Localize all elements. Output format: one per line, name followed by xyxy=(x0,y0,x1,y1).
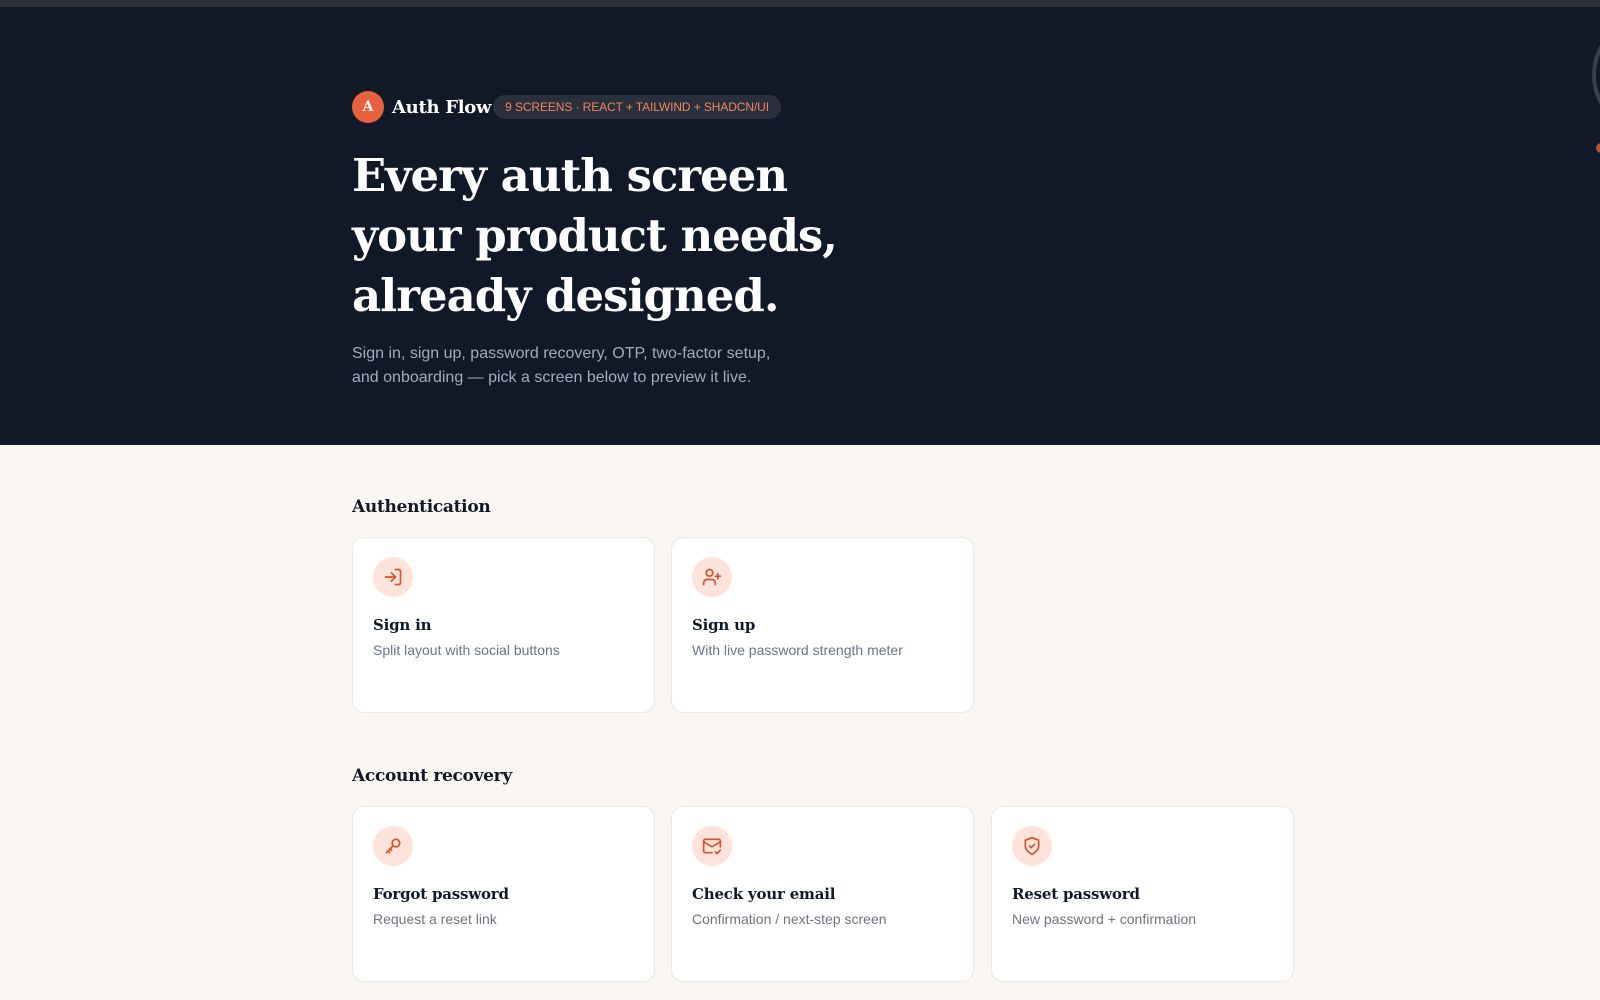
screens-badge: 9 SCREENS · REACT + TAILWIND + SHADCN/UI xyxy=(493,95,781,119)
hero-section: A Auth Flow 9 SCREENS · REACT + TAILWIND… xyxy=(0,7,1600,445)
brand-name: Auth Flow xyxy=(392,96,492,118)
card-description: With live password strength meter xyxy=(692,642,903,658)
card-check-your-email[interactable]: Check your email Confirmation / next-ste… xyxy=(671,806,974,982)
card-title: Reset password xyxy=(1012,885,1140,903)
card-title: Check your email xyxy=(692,885,836,903)
card-sign-up[interactable]: Sign up With live password strength mete… xyxy=(671,537,974,713)
card-reset-password[interactable]: Reset password New password + confirmati… xyxy=(991,806,1294,982)
page-title: Every auth screen your product needs, al… xyxy=(352,146,872,326)
key-icon xyxy=(385,838,401,854)
subtitle-line-2: and onboarding — pick a screen below to … xyxy=(352,369,752,386)
card-title: Sign in xyxy=(373,616,432,634)
sign-in-icon xyxy=(384,568,402,586)
card-description: Request a reset link xyxy=(373,911,497,927)
subtitle-line-1: Sign in, sign up, password recovery, OTP… xyxy=(352,345,771,362)
section-title-account-recovery: Account recovery xyxy=(352,766,512,786)
section-title-authentication: Authentication xyxy=(352,497,491,517)
shield-check-icon xyxy=(1024,836,1040,856)
decorative-dot xyxy=(1596,143,1600,153)
card-description: Confirmation / next-step screen xyxy=(692,911,887,927)
hero-subtitle: Sign in, sign up, password recovery, OTP… xyxy=(352,342,812,390)
card-description: Split layout with social buttons xyxy=(373,642,560,658)
card-description: New password + confirmation xyxy=(1012,911,1197,927)
brand-header: A Auth Flow 9 SCREENS · REACT + TAILWIND… xyxy=(352,91,781,123)
card-sign-in[interactable]: Sign in Split layout with social buttons xyxy=(352,537,655,713)
window-top-bar xyxy=(0,0,1600,7)
user-plus-icon xyxy=(702,568,722,586)
title-line-2: your product needs, xyxy=(352,209,838,262)
title-line-3: already designed. xyxy=(352,269,779,322)
card-title: Forgot password xyxy=(373,885,509,903)
card-forgot-password[interactable]: Forgot password Request a reset link xyxy=(352,806,655,982)
mail-check-icon xyxy=(702,838,722,855)
logo-icon: A xyxy=(352,91,384,123)
decorative-ring xyxy=(1592,15,1600,135)
card-title: Sign up xyxy=(692,616,756,634)
title-line-1: Every auth screen xyxy=(352,149,788,202)
